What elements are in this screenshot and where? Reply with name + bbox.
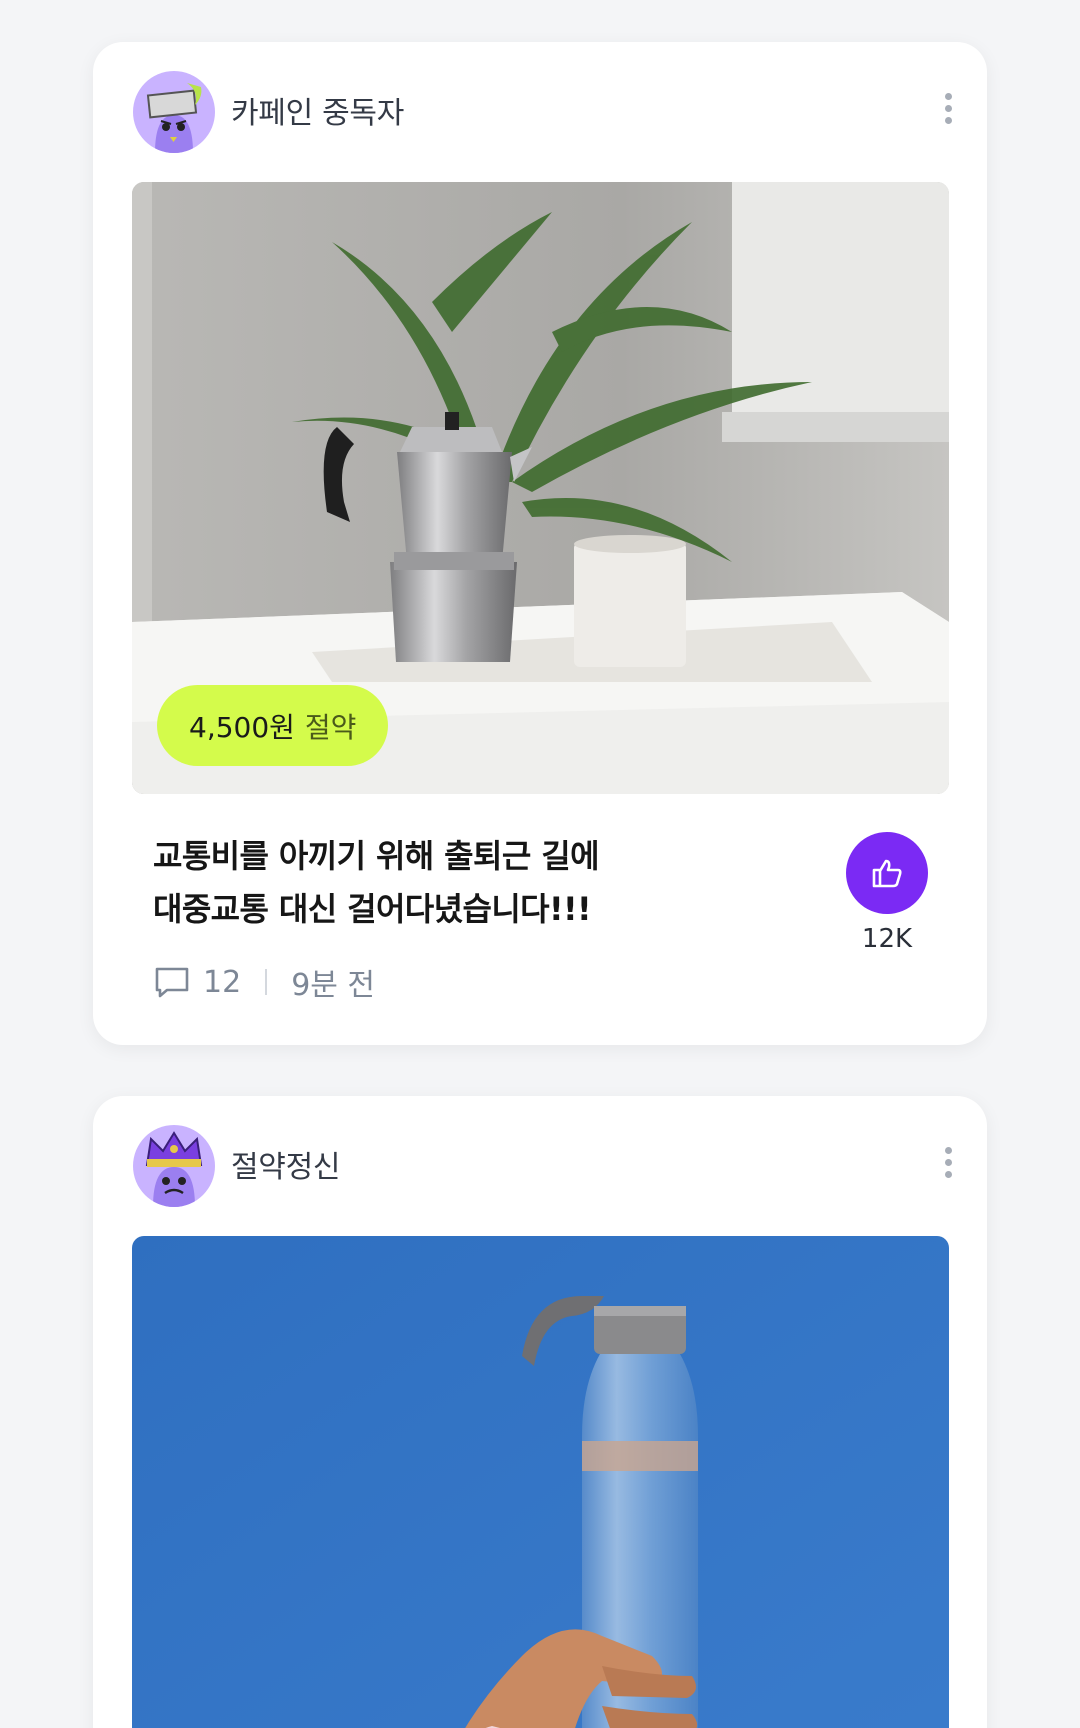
post-title-line: 교통비를 아끼기 위해 출퇴근 길에 <box>153 837 600 875</box>
more-options-button[interactable] <box>933 1142 963 1182</box>
avatar[interactable] <box>133 71 215 153</box>
avatar[interactable] <box>133 1125 215 1207</box>
avatar-crown-character-icon <box>133 1125 215 1207</box>
like-count: 12K <box>861 924 913 954</box>
like-button[interactable] <box>846 832 928 914</box>
post-meta: 12 9분 전 <box>153 957 375 1007</box>
meta-divider <box>265 969 268 995</box>
dot-icon <box>944 116 952 124</box>
post-title-line: 대중교통 대신 걸어다녔습니다!!! <box>153 890 592 928</box>
post-image[interactable] <box>132 1236 949 1728</box>
dot-icon <box>944 92 952 100</box>
post-feed: 카페인 중독자 4,500원 절약 교통비를 아끼기 위해 출퇴근 길에 대중교… <box>0 0 1080 1728</box>
avatar-character-icon <box>133 71 215 153</box>
saving-amount: 4,500원 <box>189 710 295 744</box>
username[interactable]: 카페인 중독자 <box>231 88 404 132</box>
post-time: 9분 전 <box>291 968 376 1003</box>
saving-badge: 4,500원 절약 <box>157 685 389 766</box>
post-title[interactable]: 교통비를 아끼기 위해 출퇴근 길에 대중교통 대신 걸어다녔습니다!!! <box>153 830 773 936</box>
post-card[interactable]: 절약정신 <box>93 1096 987 1728</box>
dot-icon <box>944 1158 952 1166</box>
saving-label: 절약 <box>304 710 357 744</box>
dot-icon <box>944 104 952 112</box>
dot-icon <box>944 1170 952 1178</box>
post-header: 절약정신 <box>93 1096 987 1236</box>
post-image[interactable]: 4,500원 절약 <box>132 182 949 794</box>
water-bottle-photo <box>132 1236 949 1728</box>
more-options-button[interactable] <box>933 88 963 128</box>
post-card[interactable]: 카페인 중독자 4,500원 절약 교통비를 아끼기 위해 출퇴근 길에 대중교… <box>93 42 987 1045</box>
dot-icon <box>944 1146 952 1154</box>
post-header: 카페인 중독자 <box>93 42 987 182</box>
username[interactable]: 절약정신 <box>231 1142 341 1186</box>
comment-count: 12 <box>203 964 242 1000</box>
thumbs-up-icon <box>872 859 902 888</box>
comment-icon[interactable] <box>153 964 191 1000</box>
